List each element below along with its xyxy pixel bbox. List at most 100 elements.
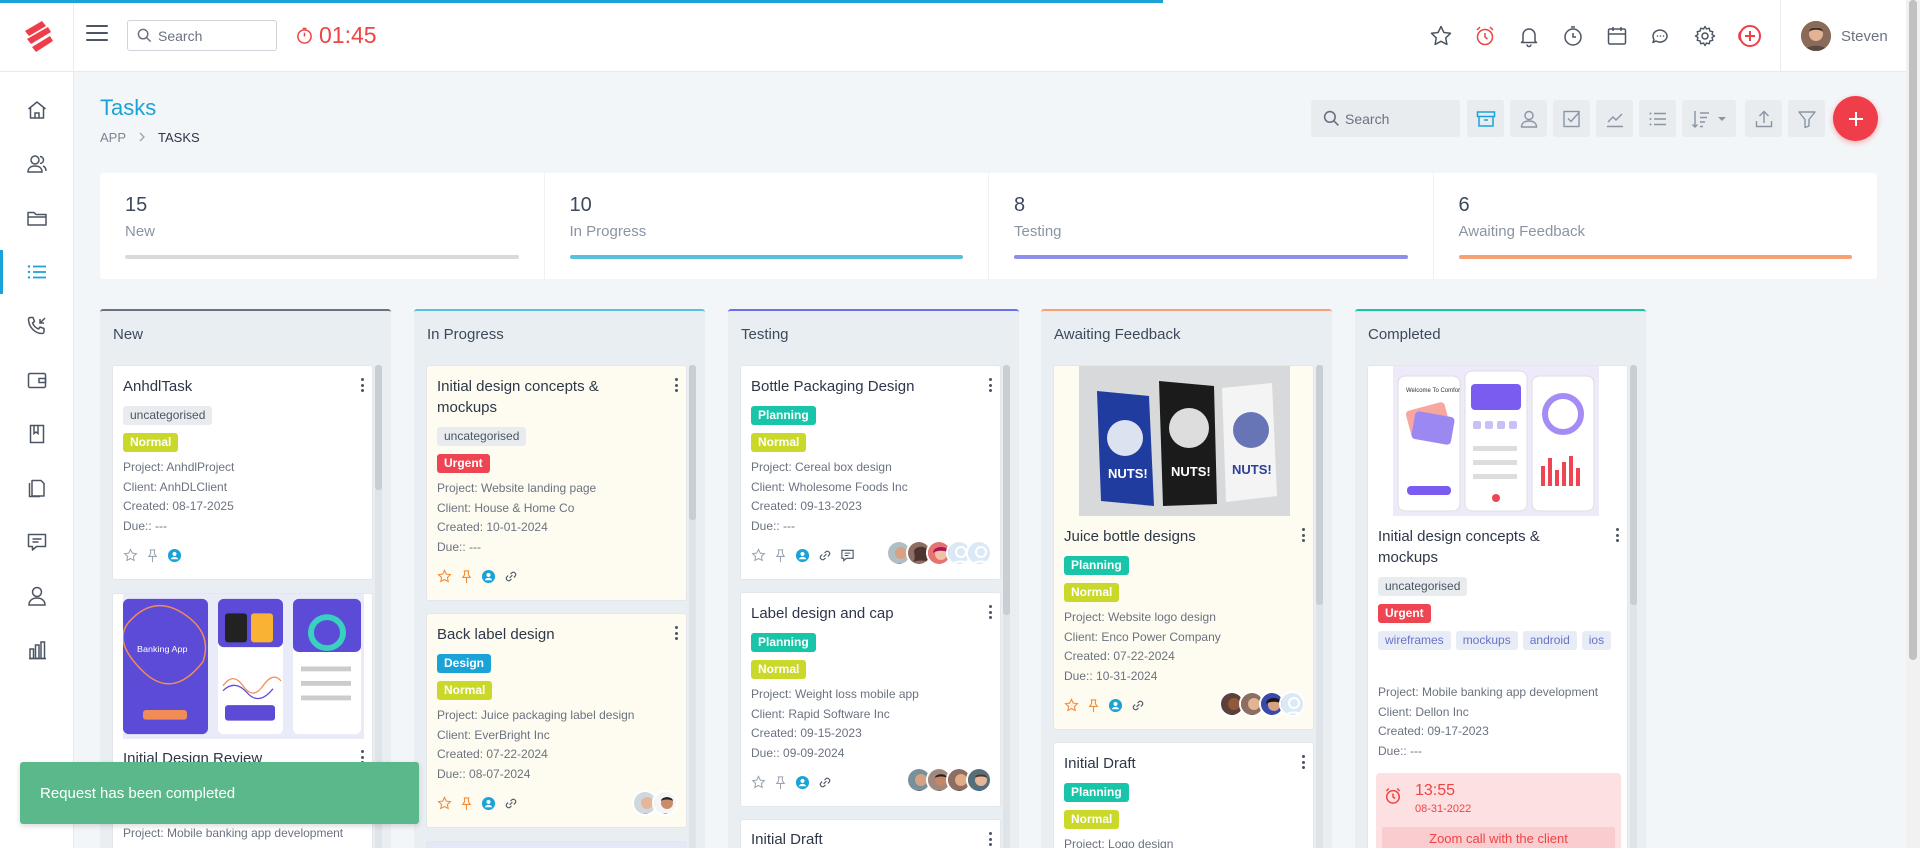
attachment-link-icon[interactable] [503, 569, 519, 584]
assignee-avatars[interactable] [632, 790, 678, 816]
task-card[interactable]: Label design and cap Planning Normal Pro… [740, 592, 1001, 807]
sidebar-item-messages[interactable] [0, 518, 74, 566]
toast-notification[interactable]: Request has been completed [20, 762, 419, 824]
star-icon[interactable] [437, 796, 452, 811]
attachment-link-icon[interactable] [817, 548, 833, 563]
stats-button[interactable] [1596, 100, 1633, 137]
tasks-search-input[interactable] [1345, 109, 1455, 129]
chat-bubbles-icon[interactable] [1639, 20, 1683, 52]
tasks-search-box[interactable] [1311, 100, 1460, 137]
archive-button[interactable] [1467, 100, 1504, 137]
attachment-link-icon[interactable] [1130, 698, 1146, 713]
settings-gear-icon[interactable] [1683, 20, 1727, 52]
pin-icon[interactable] [1086, 698, 1101, 713]
assignee-icon[interactable] [795, 548, 810, 563]
label-tag[interactable]: mockups [1455, 631, 1518, 650]
task-card[interactable]: NUTS! NUTS! NUTS! Juice bottle designs P… [1053, 365, 1314, 730]
pin-icon[interactable] [773, 548, 788, 563]
assignee-icon[interactable] [167, 548, 182, 563]
my-tasks-button[interactable] [1510, 100, 1547, 137]
column-scrollbar[interactable] [1003, 365, 1010, 848]
pin-icon[interactable] [459, 569, 474, 584]
assignee-icon[interactable] [481, 796, 496, 811]
star-icon[interactable] [751, 775, 766, 790]
page-scrollbar[interactable] [1906, 0, 1920, 848]
sidebar-item-clients[interactable] [0, 140, 74, 188]
star-icon[interactable] [123, 548, 138, 563]
stat-new[interactable]: 15 New [100, 173, 545, 279]
stat-awaiting-feedback[interactable]: 6 Awaiting Feedback [1434, 173, 1878, 279]
card-menu-icon[interactable] [674, 626, 678, 640]
app-logo[interactable] [22, 17, 56, 53]
sidebar-item-sales[interactable] [0, 356, 74, 404]
sidebar-item-home[interactable] [0, 86, 74, 134]
pin-icon[interactable] [459, 796, 474, 811]
alarm-clock-icon[interactable] [1463, 20, 1507, 52]
sidebar-item-leads[interactable] [0, 302, 74, 350]
hamburger-menu-icon[interactable] [86, 25, 108, 43]
stat-in-progress[interactable]: 10 In Progress [545, 173, 989, 279]
top-search-box[interactable] [127, 20, 277, 51]
card-menu-icon[interactable] [988, 378, 992, 392]
add-task-button[interactable] [1833, 96, 1878, 141]
add-circle-icon[interactable] [1727, 20, 1771, 52]
reminder-box[interactable]: 13:55 08-31-2022 Zoom call with the clie… [1376, 773, 1621, 848]
label-tag[interactable]: android [1522, 631, 1577, 650]
user-menu[interactable]: Steven [1801, 21, 1888, 51]
card-menu-icon[interactable] [360, 378, 364, 392]
task-card[interactable]: AnhdlTask uncategorised Normal Project: … [112, 365, 373, 580]
card-title: Juice bottle designs [1064, 528, 1196, 545]
card-menu-icon[interactable] [674, 378, 678, 392]
star-icon[interactable] [1064, 698, 1079, 713]
task-card[interactable]: Back label design Design Normal Project:… [426, 613, 687, 828]
task-card[interactable]: Initial Draft Planning Normal Project: L… [1053, 742, 1314, 848]
attachment-link-icon[interactable] [817, 775, 833, 790]
task-card[interactable]: Welcome To Comfor Initial design concept… [1367, 365, 1628, 848]
column-scrollbar[interactable] [689, 365, 696, 848]
sidebar-item-team[interactable] [0, 572, 74, 620]
favorites-star-icon[interactable] [1419, 20, 1463, 52]
card-menu-icon[interactable] [988, 832, 992, 846]
export-button[interactable] [1745, 100, 1782, 137]
pin-icon[interactable] [773, 775, 788, 790]
task-card[interactable]: Initial Draft [740, 819, 1001, 848]
sidebar-item-documents[interactable] [0, 464, 74, 512]
sort-dropdown[interactable] [1682, 100, 1736, 137]
stat-testing[interactable]: 8 Testing [989, 173, 1434, 279]
breadcrumb-app[interactable]: APP [100, 130, 126, 145]
top-search-input[interactable] [158, 26, 268, 46]
calendar-icon[interactable] [1595, 20, 1639, 52]
comments-icon[interactable] [840, 548, 855, 563]
pin-icon[interactable] [145, 548, 160, 563]
timesheet-stopwatch-icon[interactable] [1551, 20, 1595, 52]
completed-filter-button[interactable] [1553, 100, 1590, 137]
column-scrollbar[interactable] [1316, 365, 1323, 848]
assignee-avatars[interactable] [1219, 691, 1305, 717]
task-card[interactable]: Initial design concepts & mockups uncate… [426, 365, 687, 601]
task-card[interactable]: Bottle Packaging Design Planning Normal … [740, 365, 1001, 580]
star-icon[interactable] [751, 548, 766, 563]
attachment-link-icon[interactable] [503, 796, 519, 811]
label-tag[interactable]: wireframes [1378, 631, 1451, 650]
column-scrollbar[interactable] [1630, 365, 1637, 848]
card-menu-icon[interactable] [1301, 528, 1305, 542]
task-card-partial[interactable] [426, 841, 687, 848]
filter-button[interactable] [1788, 100, 1825, 137]
sidebar-item-projects[interactable] [0, 194, 74, 242]
card-menu-icon[interactable] [1301, 755, 1305, 769]
assignee-icon[interactable] [795, 775, 810, 790]
list-view-button[interactable] [1639, 100, 1676, 137]
assignee-icon[interactable] [1108, 698, 1123, 713]
card-menu-icon[interactable] [988, 605, 992, 619]
sidebar-item-tasks[interactable] [0, 248, 74, 296]
assignee-icon[interactable] [481, 569, 496, 584]
star-icon[interactable] [437, 569, 452, 584]
assignee-avatars[interactable] [886, 540, 992, 566]
label-tag[interactable]: ios [1581, 631, 1612, 650]
timer[interactable]: 01:45 [296, 20, 377, 50]
assignee-avatars[interactable] [906, 767, 992, 793]
card-menu-icon[interactable] [1615, 528, 1619, 542]
sidebar-item-knowledgebase[interactable] [0, 410, 74, 458]
notifications-bell-icon[interactable] [1507, 20, 1551, 52]
sidebar-item-reports[interactable] [0, 626, 74, 674]
